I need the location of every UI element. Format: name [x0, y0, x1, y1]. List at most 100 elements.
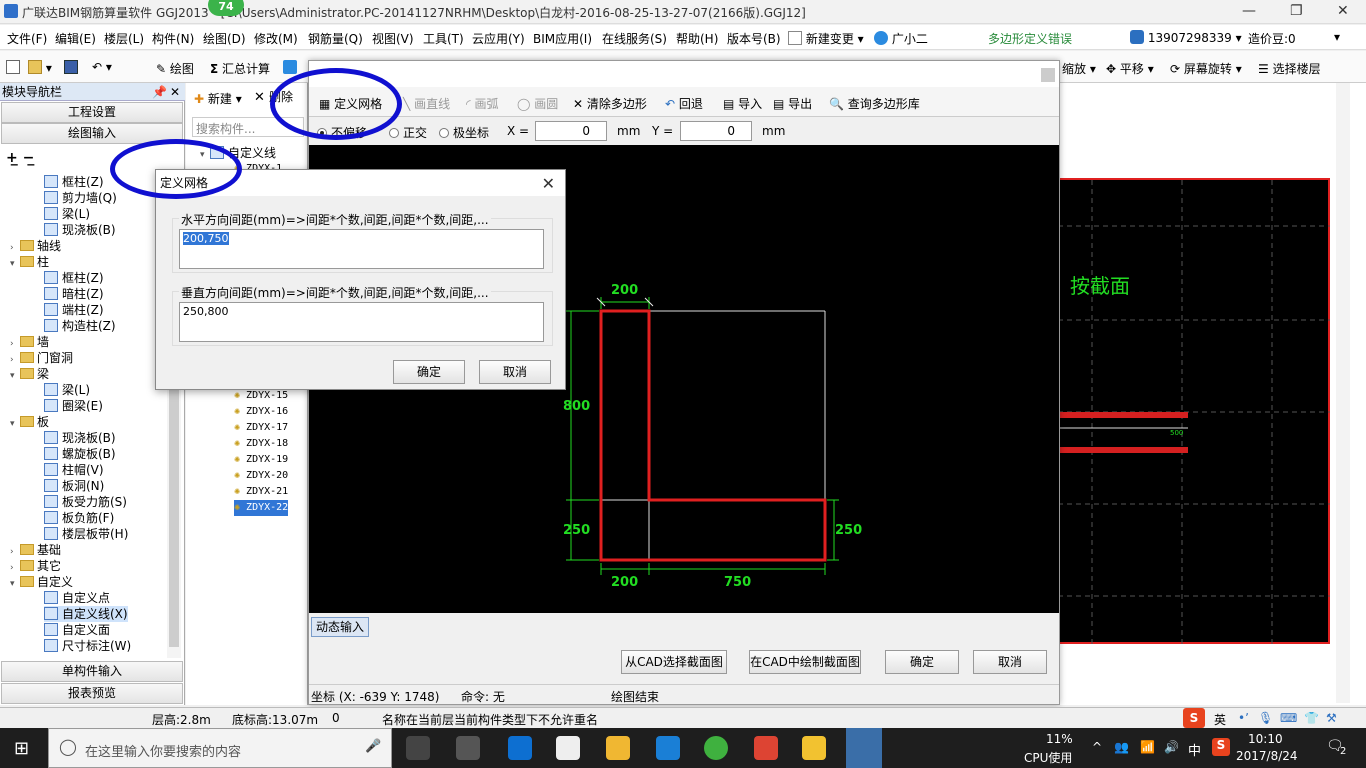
collapse-arrow-icon[interactable]: ▾ — [10, 256, 20, 272]
nav-item[interactable]: 暗柱(Z) — [44, 286, 104, 302]
draw-arc-button[interactable]: ◜ 画弧 — [466, 95, 499, 112]
nav-item[interactable]: 板洞(N) — [44, 478, 104, 494]
new-component-button[interactable]: ✚ 新建 ▾ — [194, 90, 242, 107]
sogou-icon[interactable]: S — [1183, 708, 1205, 728]
nav-folder[interactable]: › 轴线 — [10, 238, 61, 254]
from-cad-button[interactable]: 从CAD选择截面图 — [621, 650, 727, 674]
menu-version[interactable]: 版本号(B) — [727, 30, 781, 47]
panel-close-icon[interactable]: ✕ — [170, 83, 180, 101]
menu-tools[interactable]: 工具(T) — [423, 30, 464, 47]
glodon-icon[interactable] — [656, 736, 680, 760]
component-list-item[interactable]: ✺ ZDYX-22 — [234, 500, 289, 516]
nav-item[interactable]: 框柱(Z) — [44, 270, 104, 286]
taskbar-search-box[interactable]: ◯ 在这里输入你要搜索的内容 🎤 — [48, 728, 392, 768]
query-library-button[interactable]: 🔍 查询多边形库 — [829, 95, 920, 112]
select-floor-button[interactable]: ☰ 选择楼层 — [1258, 60, 1321, 77]
report-preview-button[interactable]: 报表预览 — [1, 683, 183, 704]
component-list-item[interactable]: ✺ ZDYX-21 — [234, 484, 288, 500]
main-drawing-canvas[interactable]: 按截面 500 — [1058, 178, 1330, 646]
poly-cancel-button[interactable]: 取消 — [973, 650, 1047, 674]
close-icon[interactable]: ✕ — [1337, 3, 1349, 19]
file-explorer-icon[interactable] — [606, 736, 630, 760]
import-button[interactable]: ▤ 导入 — [723, 95, 762, 112]
menu-floor[interactable]: 楼层(L) — [104, 30, 144, 47]
nav-item[interactable]: 自定义点 — [44, 590, 110, 606]
keyboard-icon[interactable]: ⌨ — [1280, 711, 1297, 725]
task-view-icon[interactable] — [406, 736, 430, 760]
nav-item[interactable]: 楼层板带(H) — [44, 526, 128, 542]
ime-en-label[interactable]: 英 — [1214, 711, 1226, 728]
menu-cloud[interactable]: 云应用(Y) — [472, 30, 525, 47]
component-list-item[interactable]: ✺ ZDYX-20 — [234, 468, 288, 484]
ortho-radio[interactable]: 正交 — [389, 124, 427, 141]
main-vscroll[interactable] — [1336, 83, 1350, 703]
component-list-item[interactable]: ✺ ZDYX-16 — [234, 404, 288, 420]
more-icon[interactable]: ▾ — [1334, 30, 1340, 44]
mic-icon[interactable]: 🎙 — [1258, 711, 1273, 725]
menu-view[interactable]: 视图(V) — [372, 30, 414, 47]
grid-dialog-close-icon[interactable]: ✕ — [542, 174, 555, 193]
maximize-icon[interactable]: ❐ — [1290, 3, 1303, 19]
nav-item[interactable]: 螺旋板(B) — [44, 446, 116, 462]
edge-icon[interactable] — [508, 736, 532, 760]
clear-polygon-button[interactable]: ✕ 清除多边形 — [573, 95, 647, 112]
ime-zh-label[interactable]: 中 — [1188, 740, 1201, 759]
component-list-item[interactable]: ✺ ZDYX-17 — [234, 420, 288, 436]
user-account[interactable]: 13907298339 ▾ — [1130, 30, 1242, 45]
sogou-tray-icon[interactable]: S — [1212, 738, 1230, 756]
undo-icon[interactable]: ↶ ▾ — [92, 60, 112, 74]
cloud-check-icon[interactable] — [283, 60, 297, 75]
collapse-arrow-icon[interactable]: ▾ — [10, 368, 20, 384]
assistant-button[interactable]: 广小二 — [874, 30, 928, 47]
nav-item[interactable]: 构造柱(Z) — [44, 318, 116, 334]
collapse-all-icon[interactable]: −̲ — [23, 150, 35, 166]
collapse-arrow-icon[interactable]: ▾ — [10, 576, 20, 592]
minimize-icon[interactable]: — — [1242, 3, 1256, 19]
poly-ok-button[interactable]: 确定 — [885, 650, 959, 674]
draw-line-button[interactable]: ╲ 画直线 — [403, 95, 450, 112]
x-input[interactable]: 0 — [535, 121, 607, 141]
nav-item[interactable]: 梁(L) — [44, 206, 90, 222]
menu-bim[interactable]: BIM应用(I) — [533, 30, 592, 47]
menu-rebar[interactable]: 钢筋量(Q) — [308, 30, 363, 47]
vertical-spacing-input[interactable]: 250,800 — [179, 302, 544, 342]
menu-edit[interactable]: 编辑(E) — [55, 30, 96, 47]
menu-online[interactable]: 在线服务(S) — [602, 30, 667, 47]
expand-all-icon[interactable]: +̲ −̲ — [6, 150, 34, 166]
nav-item[interactable]: 现浇板(B) — [44, 222, 116, 238]
tray-chevron-icon[interactable]: ^ — [1092, 740, 1102, 754]
polygon-editor-close-icon[interactable] — [1041, 68, 1055, 82]
mic-search-icon[interactable]: 🎤 — [365, 739, 381, 754]
draw-button[interactable]: ✎ 绘图 — [156, 60, 194, 77]
people-icon[interactable]: 👥 — [1114, 740, 1129, 754]
skin-icon[interactable]: 👕 — [1304, 711, 1319, 725]
windows-start-icon[interactable]: ⊞ — [14, 738, 29, 759]
nav-folder[interactable]: ▾ 柱 — [10, 254, 49, 270]
app-g-icon[interactable] — [456, 736, 480, 760]
component-list-item[interactable]: ✺ ZDYX-15 — [234, 388, 288, 404]
polar-radio[interactable]: 极坐标 — [439, 124, 489, 141]
nav-folder[interactable]: ▾ 板 — [10, 414, 49, 430]
pan-button[interactable]: ✥ 平移 ▾ — [1106, 60, 1154, 77]
nav-folder[interactable]: › 基础 — [10, 542, 61, 558]
dynamic-input-button[interactable]: 动态输入 — [311, 617, 369, 637]
new-file-icon[interactable] — [6, 60, 20, 75]
menu-help[interactable]: 帮助(H) — [676, 30, 718, 47]
nav-item[interactable]: 剪力墙(Q) — [44, 190, 117, 206]
menu-modify[interactable]: 修改(M) — [254, 30, 298, 47]
nav-item[interactable]: 尺寸标注(W) — [44, 638, 131, 654]
single-input-button[interactable]: 单构件输入 — [1, 661, 183, 682]
pin-icon[interactable]: 📌 — [152, 83, 167, 101]
notes-icon[interactable] — [802, 736, 826, 760]
toolbox-icon[interactable]: ⚒ — [1326, 711, 1337, 725]
rotate-button[interactable]: ⟳ 屏幕旋转 ▾ — [1170, 60, 1242, 77]
store-icon[interactable] — [556, 736, 580, 760]
nav-folder[interactable]: ▾ 梁 — [10, 366, 49, 382]
nav-item[interactable]: 端柱(Z) — [44, 302, 104, 318]
nav-folder[interactable]: ▾ 自定义 — [10, 574, 73, 590]
export-button[interactable]: ▤ 导出 — [773, 95, 812, 112]
draw-circle-button[interactable]: ◯ 画圆 — [517, 95, 558, 112]
zoom-button[interactable]: 缩放 ▾ — [1062, 60, 1096, 77]
grid-ok-button[interactable]: 确定 — [393, 360, 465, 384]
grid-cancel-button[interactable]: 取消 — [479, 360, 551, 384]
